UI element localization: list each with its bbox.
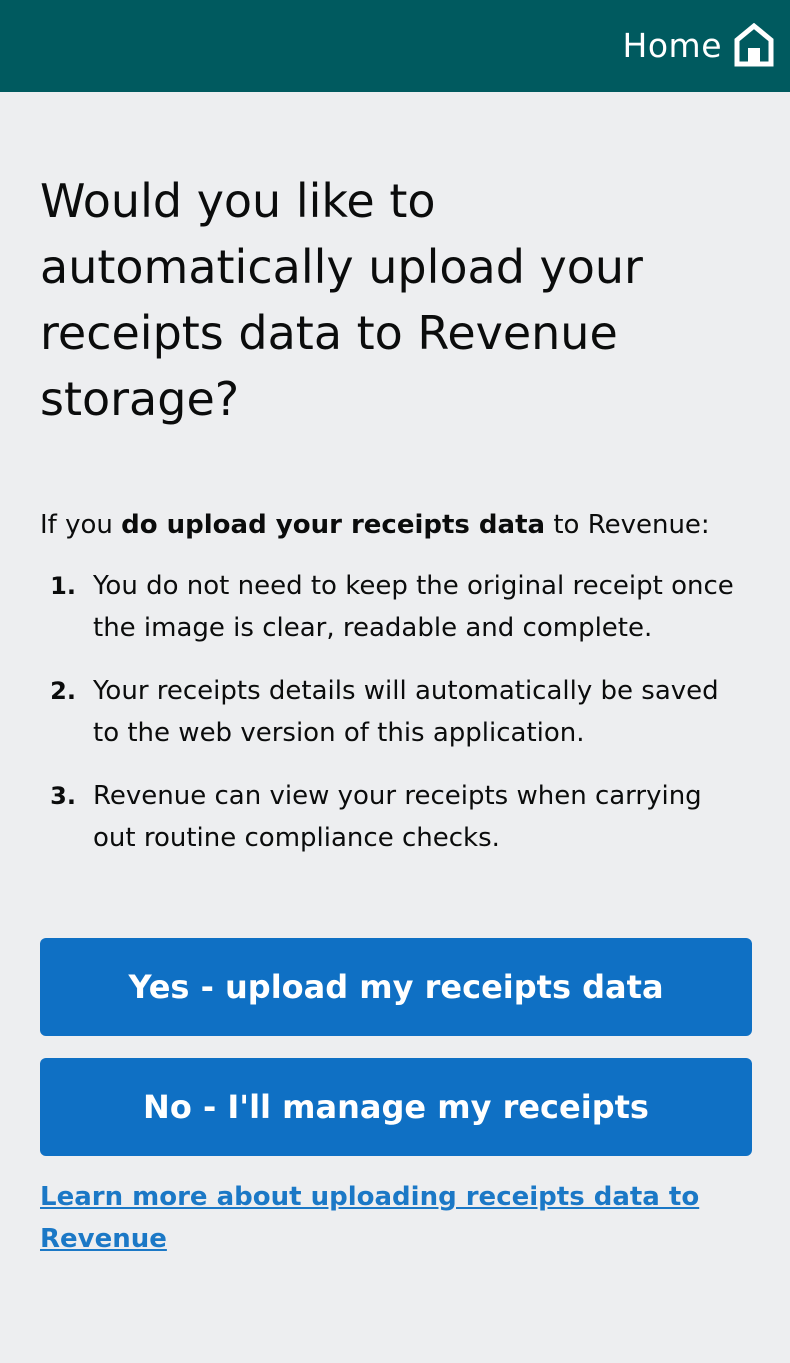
intro-text: If you do upload your receipts data to R… <box>40 505 752 545</box>
main-content: Would you like to automatically upload y… <box>40 168 752 880</box>
yes-upload-button[interactable]: Yes - upload my receipts data <box>40 938 752 1036</box>
top-bar: Home <box>0 0 790 92</box>
list-item: 2. Your receipts details will automatica… <box>40 670 752 754</box>
step-number: 3. <box>50 782 76 810</box>
step-text: You do not need to keep the original rec… <box>93 571 734 643</box>
step-number: 1. <box>50 572 76 600</box>
home-label: Home <box>622 25 722 65</box>
no-manage-button[interactable]: No - I'll manage my receipts <box>40 1058 752 1156</box>
home-link[interactable]: Home <box>623 20 774 70</box>
learn-more-link[interactable]: Learn more about uploading receipts data… <box>40 1176 720 1260</box>
intro-emphasis: do upload your receipts data <box>121 510 546 540</box>
list-item: 3. Revenue can view your receipts when c… <box>40 775 752 859</box>
home-icon <box>734 22 774 67</box>
step-number: 2. <box>50 677 76 705</box>
step-text: Your receipts details will automatically… <box>93 676 719 748</box>
page-title: Would you like to automatically upload y… <box>40 174 643 426</box>
steps-list: 1. You do not need to keep the original … <box>40 565 752 859</box>
intro-suffix: to Revenue: <box>545 510 710 540</box>
intro-prefix: If you <box>40 510 122 540</box>
step-text: Revenue can view your receipts when carr… <box>93 781 702 853</box>
list-item: 1. You do not need to keep the original … <box>40 565 752 649</box>
